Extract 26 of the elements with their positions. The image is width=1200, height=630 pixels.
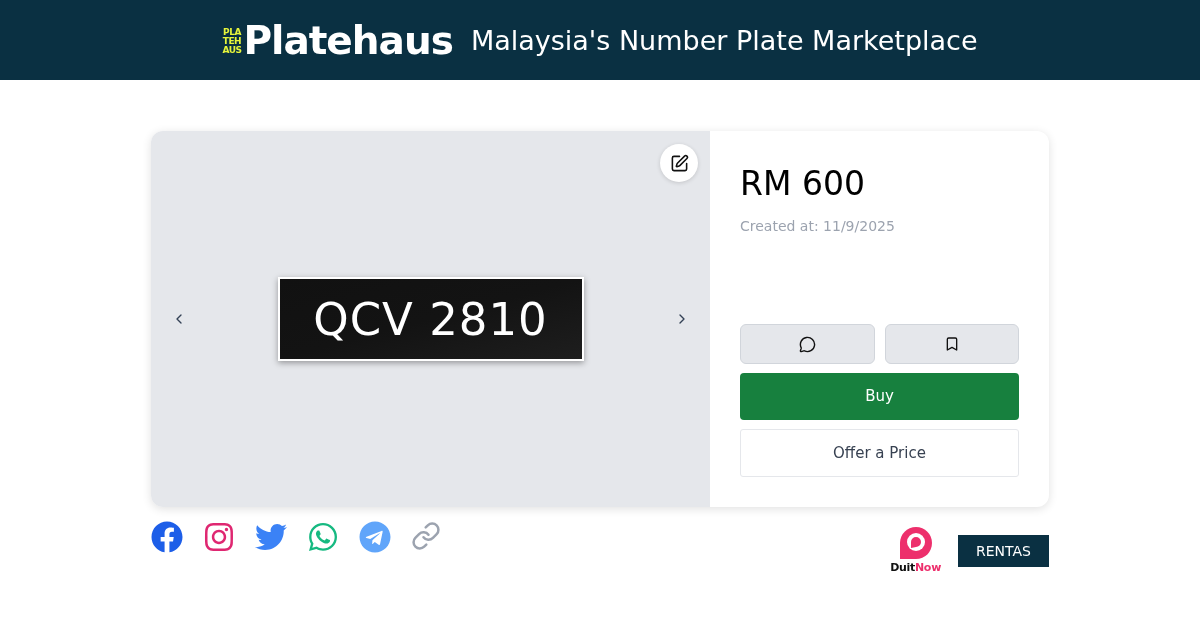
duitnow-wordmark: DuitNow <box>890 562 941 573</box>
buy-button[interactable]: Buy <box>740 373 1019 420</box>
facebook-share-link[interactable] <box>151 521 183 553</box>
number-plate: QCV 2810 <box>277 277 584 361</box>
price-text: RM 600 <box>740 167 866 200</box>
link-icon <box>411 521 441 551</box>
instagram-icon <box>203 521 235 553</box>
created-date-text: Created at: 11/9/2025 <box>740 219 896 233</box>
facebook-icon <box>151 521 183 553</box>
copy-link-button[interactable] <box>411 521 441 551</box>
offer-price-button[interactable]: Offer a Price <box>740 429 1019 477</box>
chat-bubble-icon <box>798 335 816 353</box>
instagram-share-link[interactable] <box>203 521 235 553</box>
logo-wordmark: Platehaus <box>243 20 453 60</box>
whatsapp-share-link[interactable] <box>307 521 339 553</box>
edit-icon <box>669 153 689 173</box>
paper-plane-icon <box>359 521 391 553</box>
bird-icon <box>255 521 287 553</box>
twitter-share-link[interactable] <box>255 521 287 553</box>
pin-logo-icon <box>898 526 933 560</box>
rentas-label: RENTAS <box>958 535 1049 567</box>
telegram-share-link[interactable] <box>359 521 391 553</box>
whatsapp-icon <box>307 521 339 553</box>
site-tagline: Malaysia's Number Plate Marketplace <box>470 26 978 54</box>
edit-button[interactable] <box>660 144 698 182</box>
logo-stacked-text: PLA TEH AUS <box>222 25 242 55</box>
